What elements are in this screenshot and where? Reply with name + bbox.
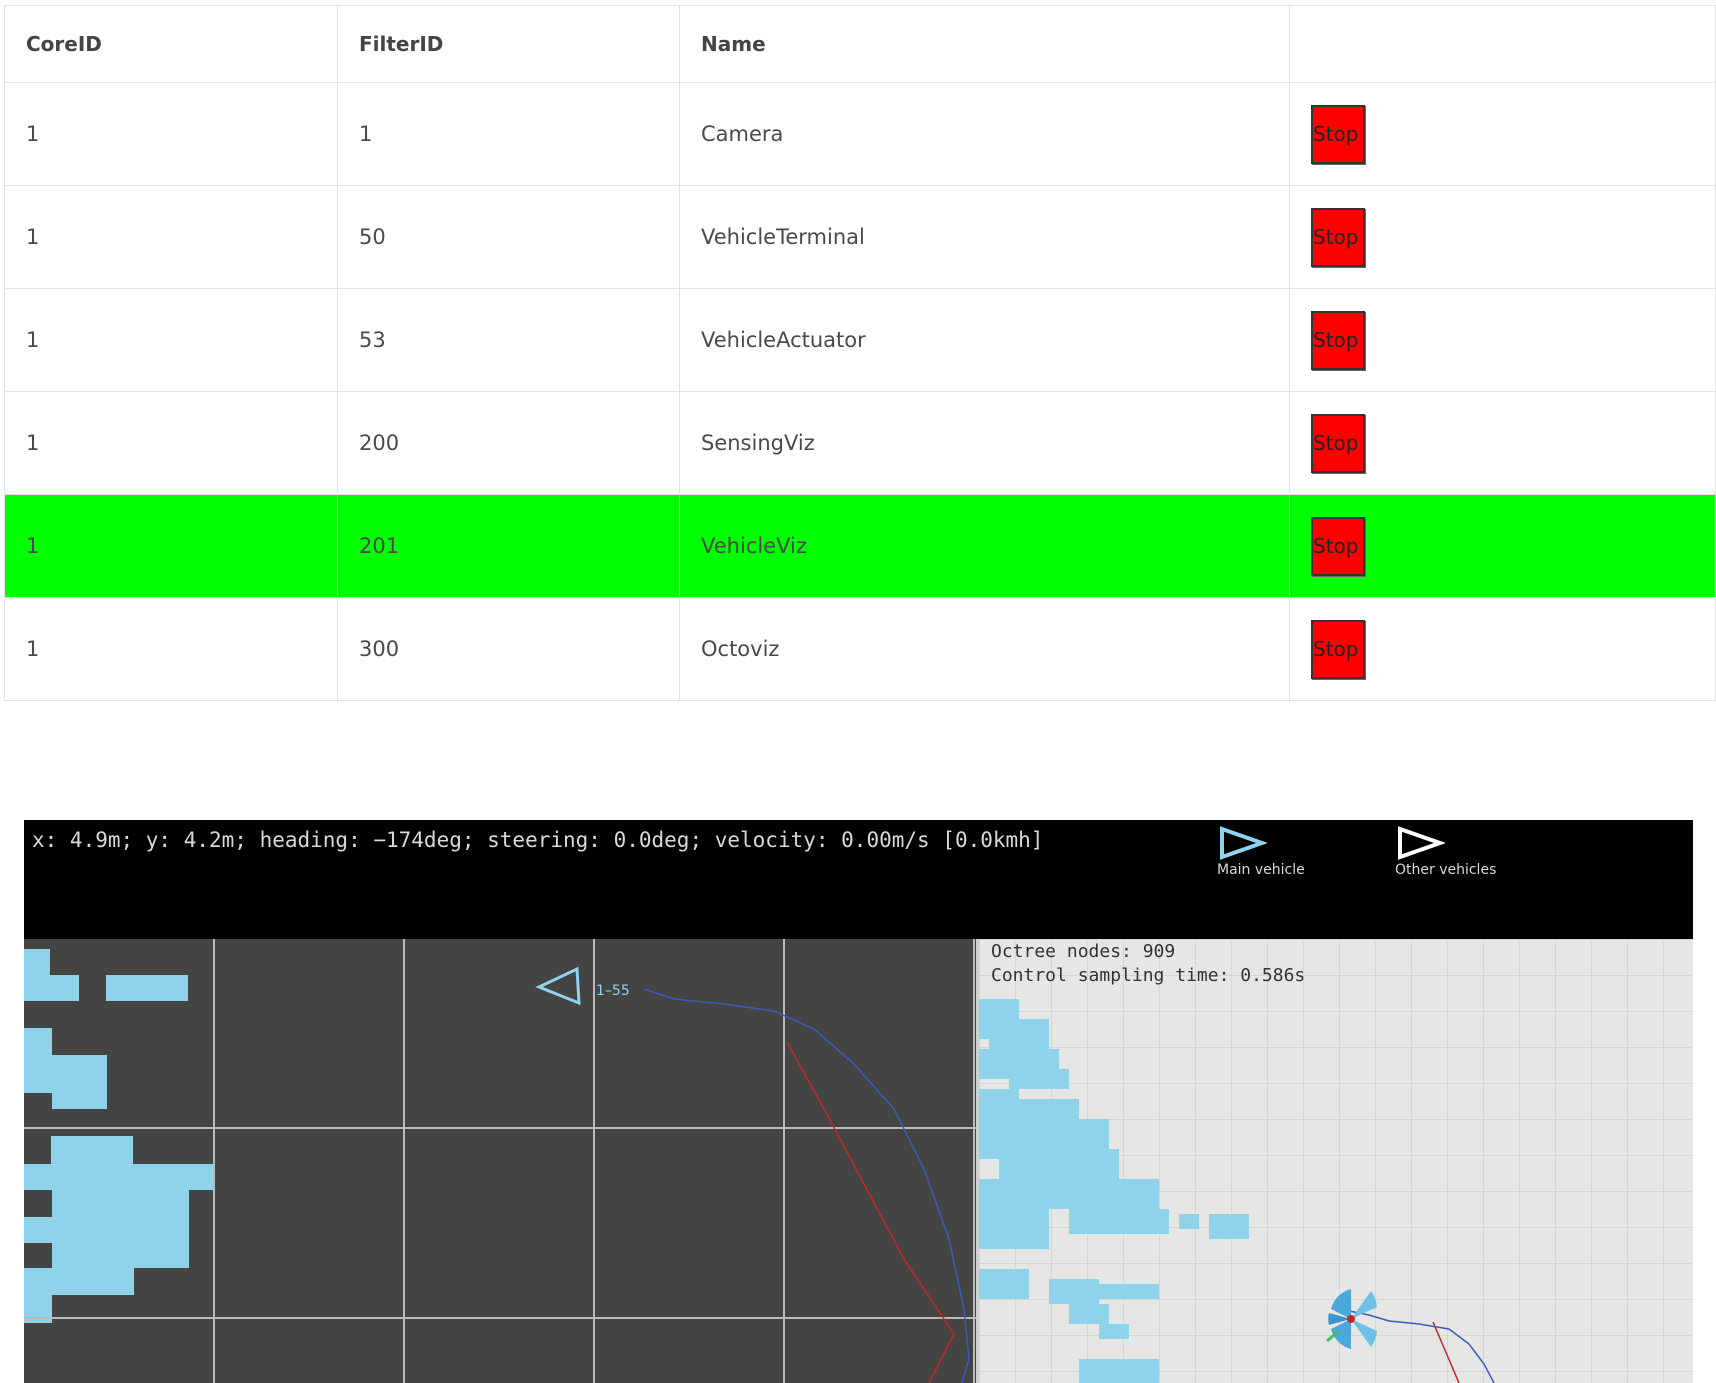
filter-name-cell: Camera — [679, 82, 1290, 186]
main-vehicle-triangle-icon — [1220, 826, 1267, 860]
vehicle-status-readout: x: 4.9m; y: 4.2m; heading: −174deg; stee… — [32, 828, 1044, 852]
filter-name-cell: SensingViz — [679, 391, 1290, 495]
octree-view: Octree nodes: 909 Control sampling time:… — [979, 939, 1693, 1383]
filter-id-cell: 53 — [337, 288, 680, 392]
action-cell: Stop — [1289, 82, 1716, 186]
core-id-cell: 1 — [4, 597, 338, 701]
core-id-cell: 1 — [4, 185, 338, 289]
driven-path-blue — [643, 988, 970, 1383]
main-vehicle-marker-icon — [535, 966, 581, 1006]
table-row: 1 200 SensingViz Stop — [4, 391, 1716, 495]
octree-canvas — [979, 939, 1693, 1383]
filter-id-cell: 1 — [337, 82, 680, 186]
stop-button[interactable]: Stop — [1311, 104, 1365, 164]
action-cell: Stop — [1289, 597, 1716, 701]
legend-main-vehicle: Main vehicle — [1217, 826, 1305, 878]
column-header-coreid: CoreID — [4, 5, 338, 83]
legend-main-vehicle-label: Main vehicle — [1217, 862, 1305, 878]
obstacle-cells — [24, 949, 214, 1323]
octree-node-count: Octree nodes: 909 — [991, 941, 1176, 962]
column-header-name: Name — [679, 5, 1290, 83]
action-cell: Stop — [1289, 391, 1716, 495]
filter-name-cell: VehicleViz — [679, 494, 1290, 598]
vehicle-visualizer: x: 4.9m; y: 4.2m; heading: −174deg; stee… — [24, 820, 1693, 1383]
column-header-actions — [1289, 5, 1716, 83]
column-header-filterid: FilterID — [337, 5, 680, 83]
action-cell: Stop — [1289, 494, 1716, 598]
filter-name-cell: VehicleTerminal — [679, 185, 1290, 289]
vehicle-id-label: 1–55 — [596, 983, 630, 999]
action-cell: Stop — [1289, 185, 1716, 289]
local-map-view: 1–55 — [24, 939, 976, 1383]
filter-id-cell: 50 — [337, 185, 680, 289]
action-cell: Stop — [1289, 288, 1716, 392]
stop-button[interactable]: Stop — [1311, 310, 1365, 370]
filter-id-cell: 200 — [337, 391, 680, 495]
table-row: 1 50 VehicleTerminal Stop — [4, 185, 1716, 289]
filter-id-cell: 201 — [337, 494, 680, 598]
planned-path-red — [786, 1041, 955, 1383]
other-vehicle-triangle-icon — [1398, 826, 1445, 860]
legend-other-vehicles-label: Other vehicles — [1395, 862, 1497, 878]
stop-button[interactable]: Stop — [1311, 619, 1365, 679]
filter-id-cell: 300 — [337, 597, 680, 701]
table-row-active: 1 201 VehicleViz Stop — [4, 494, 1716, 598]
table-row: 1 53 VehicleActuator Stop — [4, 288, 1716, 392]
core-id-cell: 1 — [4, 391, 338, 495]
table-header-row: CoreID FilterID Name — [4, 5, 1716, 83]
stop-button[interactable]: Stop — [1311, 516, 1365, 576]
stop-button[interactable]: Stop — [1311, 207, 1365, 267]
table-row: 1 300 Octoviz Stop — [4, 597, 1716, 701]
control-sampling-time: Control sampling time: 0.586s — [991, 965, 1306, 986]
legend-other-vehicles: Other vehicles — [1395, 826, 1496, 878]
table-row: 1 1 Camera Stop — [4, 82, 1716, 186]
grid-lines — [24, 939, 976, 1383]
stop-button[interactable]: Stop — [1311, 413, 1365, 473]
core-id-cell: 1 — [4, 82, 338, 186]
local-map-canvas: 1–55 — [24, 939, 976, 1383]
filter-name-cell: Octoviz — [679, 597, 1290, 701]
filter-table: CoreID FilterID Name 1 1 Camera Stop 1 5… — [4, 5, 1716, 701]
core-id-cell: 1 — [4, 288, 338, 392]
core-id-cell: 1 — [4, 494, 338, 598]
filter-name-cell: VehicleActuator — [679, 288, 1290, 392]
